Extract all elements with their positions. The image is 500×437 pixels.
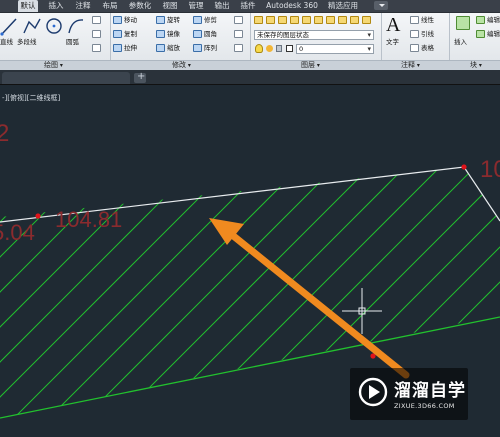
stretch-icon[interactable]: [113, 44, 122, 52]
file-tab-bar: [0, 70, 500, 85]
arc-icon[interactable]: [66, 16, 86, 36]
new-file-tab-button[interactable]: [134, 71, 146, 83]
fillet-icon[interactable]: [193, 30, 202, 38]
survey-point[interactable]: [35, 213, 41, 219]
annotation-panel-title[interactable]: 注释: [401, 61, 420, 70]
watermark-title: 溜溜自学: [394, 381, 466, 401]
leader-icon[interactable]: [410, 30, 419, 38]
trim-icon[interactable]: [193, 16, 202, 24]
polyline-tool-label[interactable]: 多段线: [17, 38, 37, 46]
line-tool-label[interactable]: 直线: [0, 38, 13, 46]
mirror-button[interactable]: 镜像: [167, 30, 180, 38]
table-icon[interactable]: [410, 44, 419, 52]
tab-output[interactable]: 输出: [212, 0, 232, 12]
erase-icon[interactable]: [234, 16, 243, 24]
layer-icon[interactable]: [362, 16, 371, 24]
layer-panel-title[interactable]: 图层: [301, 61, 320, 70]
ribbon-minimize-dropdown[interactable]: [374, 1, 388, 10]
tab-layout[interactable]: 布局: [100, 0, 120, 12]
circle-icon[interactable]: [44, 16, 64, 36]
layer-icon[interactable]: [338, 16, 347, 24]
elevation-label-left-edge: 2: [0, 120, 9, 147]
tab-parametric[interactable]: 参数化: [126, 0, 154, 12]
block-edit-button[interactable]: 编辑: [487, 16, 500, 24]
edit-block-icon[interactable]: [476, 30, 485, 38]
watermark: 溜溜自学 ZIXUE.3D66.COM: [350, 368, 468, 420]
region-icon[interactable]: [92, 44, 101, 52]
rotate-button[interactable]: 旋转: [167, 16, 180, 24]
polyline-icon[interactable]: [22, 16, 42, 36]
block-panel-title[interactable]: 块: [470, 61, 482, 70]
copy-icon[interactable]: [113, 30, 122, 38]
insert-block-label[interactable]: 插入: [454, 38, 467, 46]
tab-plugins[interactable]: 插件: [238, 0, 258, 12]
elevation-label-right: 10: [480, 156, 500, 183]
table-button[interactable]: 表格: [421, 44, 434, 52]
insert-block-icon[interactable]: [456, 16, 470, 30]
line-icon[interactable]: [0, 16, 20, 36]
text-icon[interactable]: A: [386, 15, 400, 35]
layer-icon[interactable]: [326, 16, 335, 24]
ribbon-tab-strip: 默认 插入 注释 布局 参数化 视图 管理 输出 插件 Autodesk 360…: [0, 0, 500, 13]
tab-default[interactable]: 默认: [18, 0, 38, 12]
arc-tool-label[interactable]: 圆弧: [66, 38, 79, 46]
explode-icon[interactable]: [234, 30, 243, 38]
move-button[interactable]: 移动: [124, 16, 137, 24]
draw-panel-title[interactable]: 绘图: [44, 61, 63, 70]
mirror-icon[interactable]: [156, 30, 165, 38]
sun-icon: [266, 45, 273, 52]
text-tool-label[interactable]: 文字: [386, 38, 399, 46]
tab-view[interactable]: 视图: [160, 0, 180, 12]
unlock-icon: [276, 45, 282, 52]
tab-featured-apps[interactable]: 精选应用: [325, 0, 361, 12]
layer-icon[interactable]: [278, 16, 287, 24]
array-button[interactable]: 阵列: [204, 44, 217, 52]
layer-properties-icon[interactable]: [254, 16, 263, 24]
copy-button[interactable]: 复制: [124, 30, 137, 38]
layer-icon[interactable]: [350, 16, 359, 24]
color-swatch: [286, 45, 293, 52]
offset-icon[interactable]: [234, 44, 243, 52]
tab-annotate[interactable]: 注释: [73, 0, 93, 12]
file-tab[interactable]: [2, 72, 130, 84]
fillet-button[interactable]: 圆角: [204, 30, 217, 38]
viewport-controls[interactable]: -][俯视][二维线框]: [2, 93, 60, 103]
layer-icon[interactable]: [314, 16, 323, 24]
leader-button[interactable]: 引线: [421, 30, 434, 38]
lightbulb-icon: [255, 44, 263, 53]
watermark-logo-icon: [358, 377, 388, 407]
layer-icon[interactable]: [266, 16, 275, 24]
current-layer-dropdown[interactable]: 0: [296, 44, 374, 54]
survey-point[interactable]: [461, 164, 467, 170]
rectangle-icon[interactable]: [92, 16, 101, 24]
trim-button[interactable]: 修剪: [204, 16, 217, 24]
linear-dimension-icon[interactable]: [410, 16, 419, 24]
scale-icon[interactable]: [156, 44, 165, 52]
tab-insert[interactable]: 插入: [46, 0, 66, 12]
rotate-icon[interactable]: [156, 16, 165, 24]
modify-panel-title[interactable]: 修改: [172, 61, 191, 70]
elevation-label-mid: 104.81: [55, 207, 122, 232]
elevation-label-left: 5.04: [0, 220, 35, 245]
layer-state-dropdown[interactable]: 未保存的图层状态: [254, 30, 374, 40]
hatch-icon[interactable]: [92, 30, 101, 38]
scale-button[interactable]: 缩放: [167, 44, 180, 52]
stretch-button[interactable]: 拉伸: [124, 44, 137, 52]
watermark-url: ZIXUE.3D66.COM: [394, 402, 455, 410]
array-icon[interactable]: [193, 44, 202, 52]
tab-manage[interactable]: 管理: [186, 0, 206, 12]
block-edit-button-2[interactable]: 编辑: [487, 30, 500, 38]
linear-dimension-button[interactable]: 线性: [421, 16, 434, 24]
tab-autodesk-360[interactable]: Autodesk 360: [263, 0, 321, 12]
annotation-arrow: [209, 218, 410, 379]
create-block-icon[interactable]: [476, 16, 485, 24]
layer-icon[interactable]: [290, 16, 299, 24]
layer-icon[interactable]: [302, 16, 311, 24]
move-icon[interactable]: [113, 16, 122, 24]
